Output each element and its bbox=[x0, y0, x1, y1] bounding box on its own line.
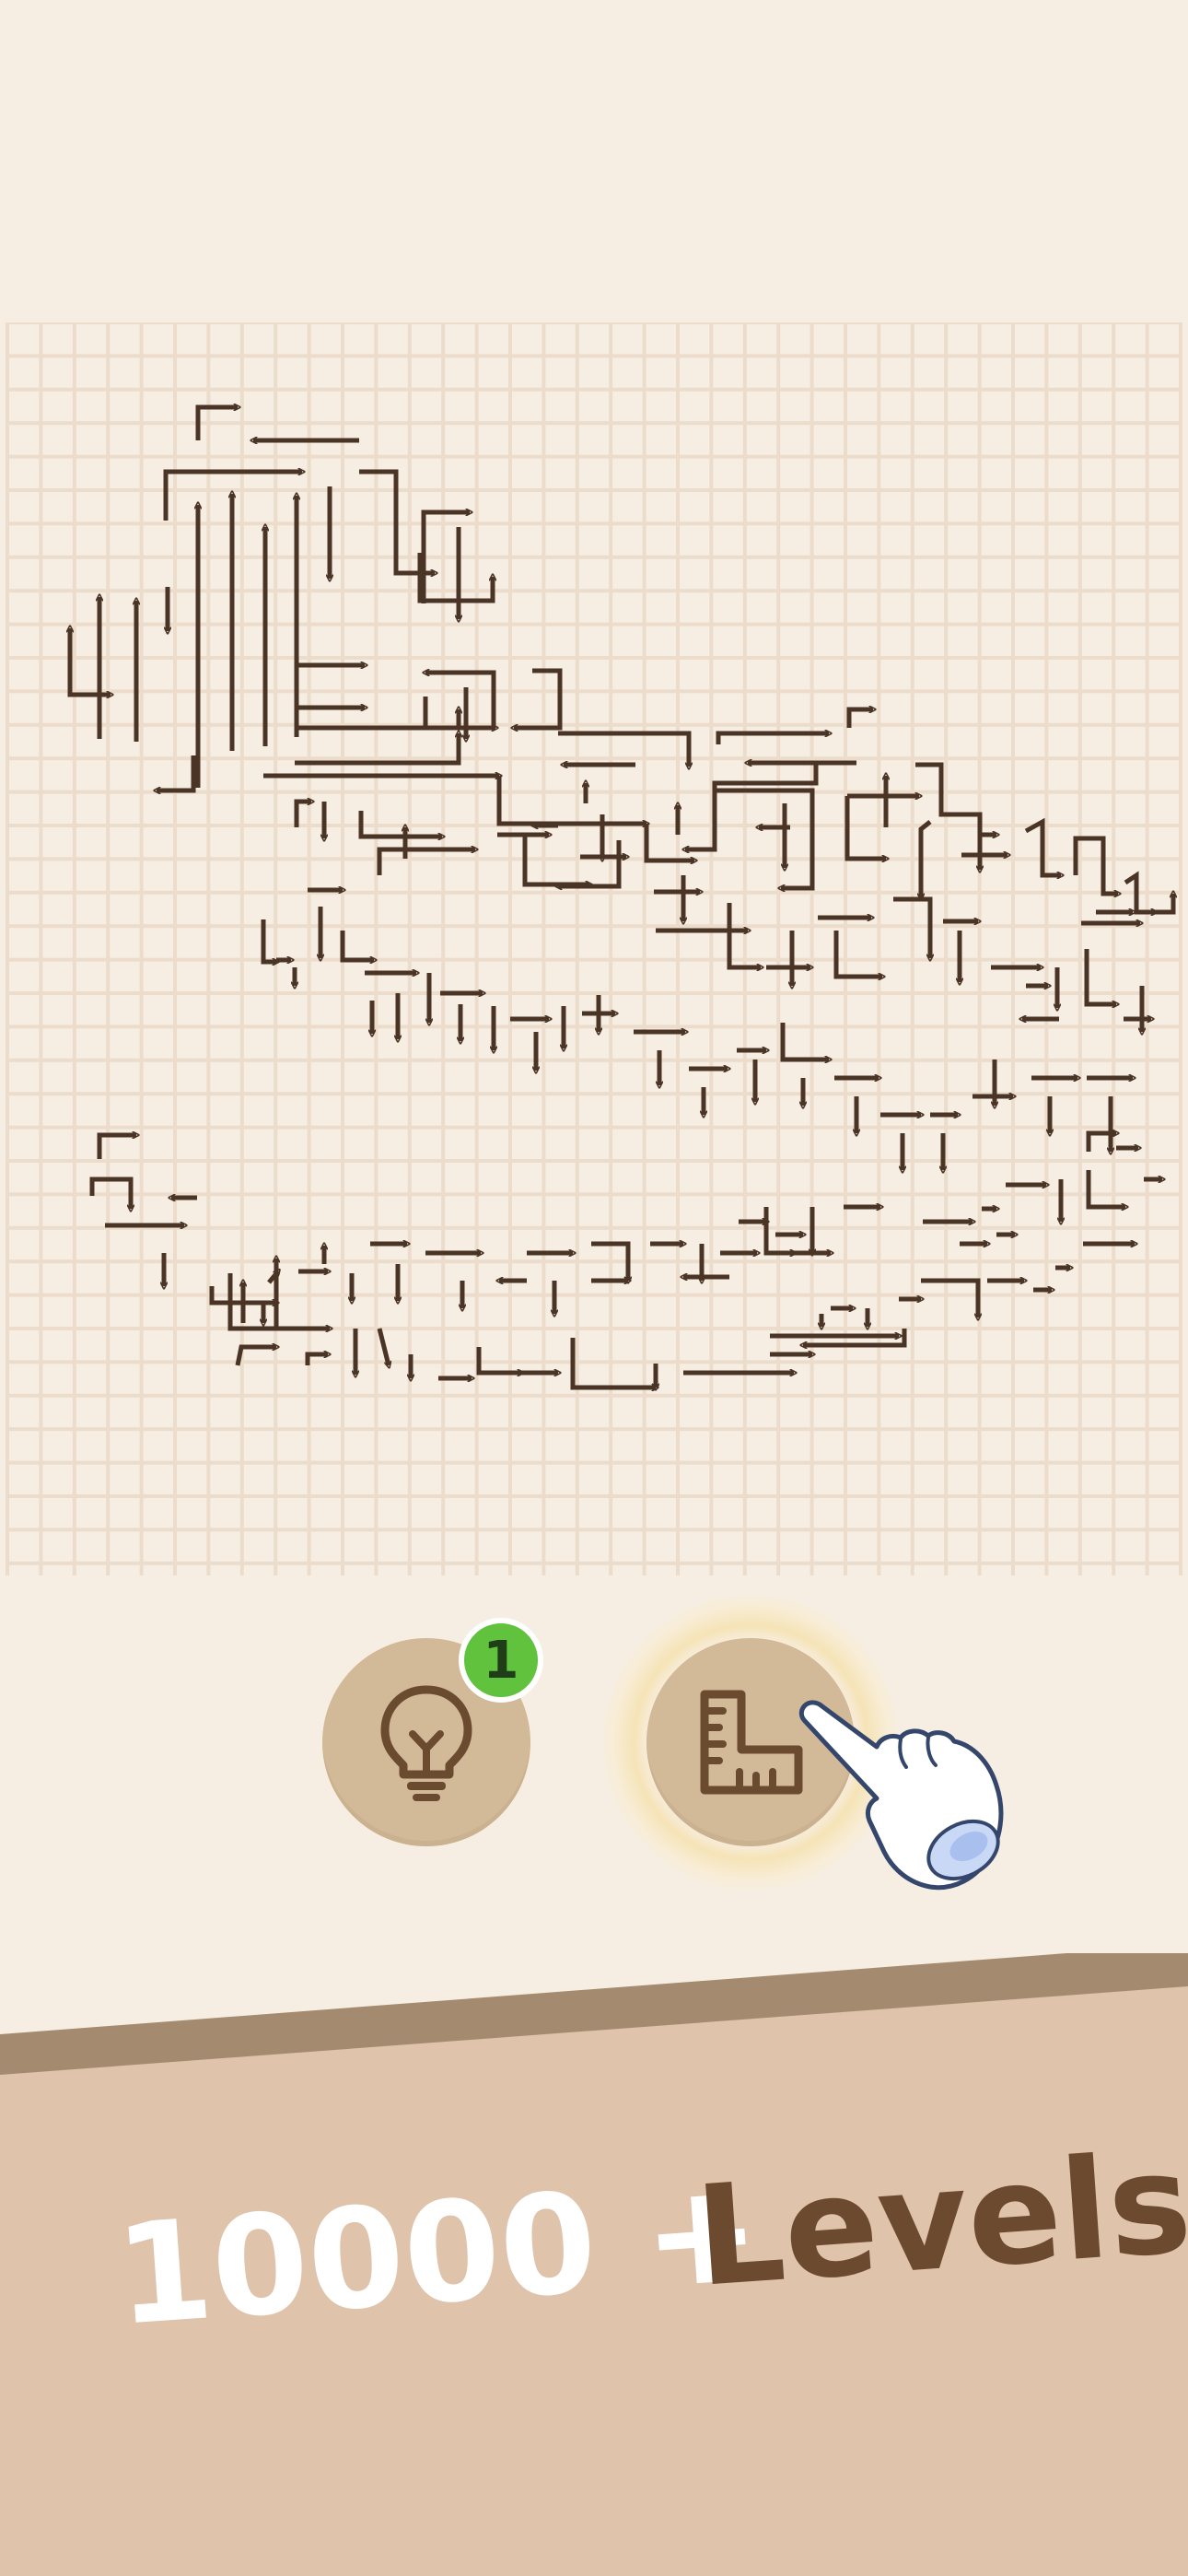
puzzle-board[interactable] bbox=[0, 322, 1188, 1575]
lightbulb-icon bbox=[380, 1685, 472, 1801]
maze-arrow[interactable] bbox=[644, 824, 694, 861]
ruler-icon bbox=[700, 1690, 803, 1795]
tool-bar: 1 bbox=[0, 1595, 1188, 1935]
levels-tagline: 10000 + Levels bbox=[0, 2110, 1188, 2386]
maze-arrow[interactable] bbox=[377, 1328, 389, 1365]
maze-arrow[interactable] bbox=[921, 1278, 978, 1317]
pointing-hand-icon bbox=[798, 1700, 1004, 1891]
maze-arrow[interactable] bbox=[340, 931, 374, 960]
maze-arrow[interactable] bbox=[496, 776, 646, 824]
arrows-layer[interactable] bbox=[70, 407, 1173, 1388]
arrow-maze[interactable] bbox=[0, 322, 1188, 1575]
maze-arrow[interactable] bbox=[377, 849, 475, 875]
maze-arrow[interactable] bbox=[833, 931, 882, 977]
maze-arrow[interactable] bbox=[514, 668, 563, 728]
maze-arrow[interactable] bbox=[1086, 1170, 1125, 1207]
maze-arrow[interactable] bbox=[685, 765, 819, 849]
hint-count-badge: 1 bbox=[459, 1618, 543, 1703]
maze-arrow[interactable] bbox=[1024, 817, 1061, 875]
maze-arrow[interactable] bbox=[1146, 894, 1173, 915]
levels-word-text: Levels bbox=[691, 2124, 1188, 2318]
maze-arrow[interactable] bbox=[1073, 836, 1118, 894]
hint-count: 1 bbox=[483, 1630, 519, 1691]
maze-arrow[interactable] bbox=[97, 1135, 136, 1159]
levels-count-text: 10000 + bbox=[111, 2152, 764, 2357]
maze-arrow[interactable] bbox=[476, 1347, 521, 1373]
maze-arrow[interactable] bbox=[715, 788, 815, 888]
